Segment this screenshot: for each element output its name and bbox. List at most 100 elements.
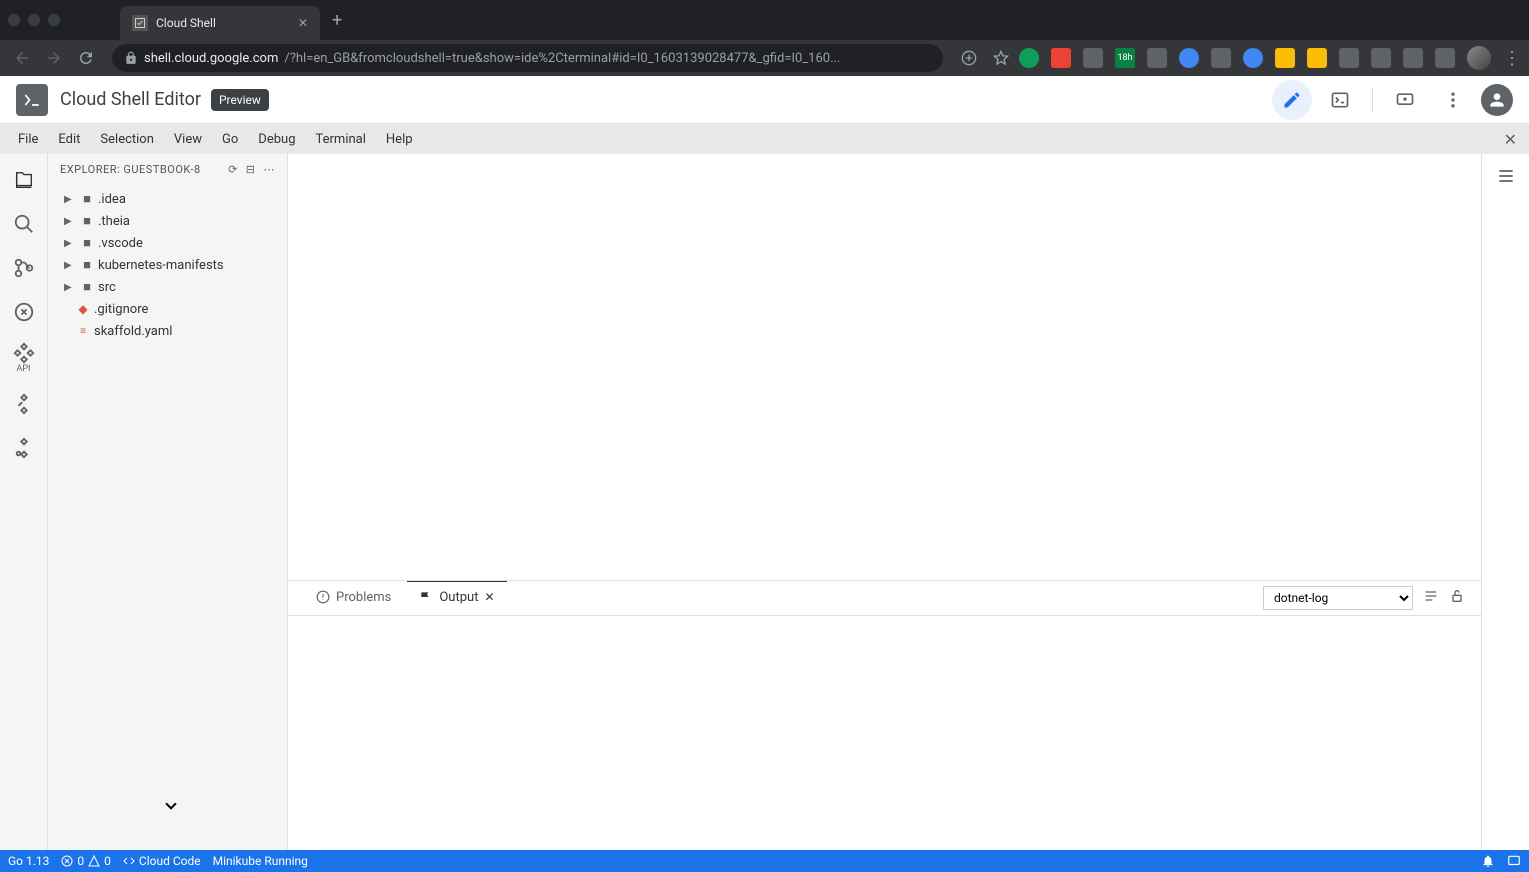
menu-debug[interactable]: Debug (248, 128, 305, 151)
extension-icon-6[interactable] (1211, 48, 1231, 68)
more-menu-button[interactable] (1433, 80, 1473, 120)
editor-content[interactable] (288, 154, 1481, 580)
source-control-activity-icon[interactable] (10, 254, 38, 282)
code-icon (123, 855, 135, 867)
activity-bar: API (0, 154, 48, 850)
feedback-icon[interactable] (1507, 854, 1521, 868)
extensions-menu-icon[interactable] (1403, 48, 1423, 68)
tree-folder-theia[interactable]: ▶■.theia (48, 210, 287, 232)
url-path: /?hl=en_GB&fromcloudshell=true&show=ide%… (284, 51, 840, 66)
profile-avatar[interactable] (1467, 46, 1491, 70)
warning-icon (88, 855, 100, 867)
extension-icon-7[interactable] (1243, 48, 1263, 68)
editor-toggle-button[interactable] (1272, 80, 1312, 120)
terminal-toggle-button[interactable] (1320, 80, 1360, 120)
refresh-icon[interactable]: ⟳ (228, 163, 238, 176)
extension-icon-5[interactable] (1179, 48, 1199, 68)
tab-title: Cloud Shell (156, 16, 216, 30)
menu-bar: File Edit Selection View Go Debug Termin… (0, 124, 1529, 154)
chevron-right-icon: ▶ (64, 194, 76, 205)
notifications-icon[interactable] (1481, 854, 1495, 868)
tree-folder-kubernetes[interactable]: ▶■kubernetes-manifests (48, 254, 287, 276)
chevron-right-icon: ▶ (64, 282, 76, 293)
api-activity-icon[interactable]: API (10, 342, 38, 374)
window-minimize[interactable] (28, 14, 40, 26)
menu-help[interactable]: Help (376, 128, 423, 151)
output-content[interactable] (288, 616, 1481, 850)
menu-terminal[interactable]: Terminal (306, 128, 376, 151)
close-editor-icon[interactable]: ✕ (1504, 130, 1517, 149)
clear-output-icon[interactable] (1423, 588, 1439, 608)
menu-file[interactable]: File (8, 128, 48, 151)
folder-icon: ■ (80, 236, 94, 250)
explorer-title: EXPLORER: GUESTBOOK-8 (60, 163, 201, 176)
web-preview-button[interactable] (1385, 80, 1425, 120)
extension-icon-3[interactable] (1083, 48, 1103, 68)
extension-icon-8[interactable] (1275, 48, 1295, 68)
collapse-all-icon[interactable]: ⊟ (246, 163, 256, 176)
extension-icon-2[interactable] (1051, 48, 1071, 68)
errors-warnings[interactable]: 0 0 (61, 854, 111, 868)
output-tab[interactable]: Output ✕ (407, 581, 506, 615)
window-close[interactable] (8, 14, 20, 26)
menu-selection[interactable]: Selection (90, 128, 163, 151)
extension-icon-1[interactable] (1019, 48, 1039, 68)
cloud-shell-logo (16, 84, 48, 116)
problems-tab[interactable]: Problems (304, 582, 403, 615)
editor-area: Problems Output ✕ dotnet-log (288, 154, 1481, 850)
more-actions-icon[interactable]: ⋯ (264, 163, 276, 176)
menu-view[interactable]: View (164, 128, 212, 151)
reading-list-icon[interactable] (1435, 48, 1455, 68)
chevron-right-icon: ▶ (64, 216, 76, 227)
tab-close-icon[interactable]: ✕ (298, 16, 308, 30)
browser-menu-icon[interactable]: ⋮ (1503, 48, 1521, 69)
close-tab-icon[interactable]: ✕ (484, 590, 494, 604)
bookmark-icon[interactable] (987, 44, 1015, 72)
window-maximize[interactable] (48, 14, 60, 26)
tree-folder-src[interactable]: ▶■src (48, 276, 287, 298)
forward-button[interactable] (40, 44, 68, 72)
cloud-code-status[interactable]: Cloud Code (123, 854, 201, 868)
folder-icon: ■ (80, 280, 94, 294)
reload-button[interactable] (72, 44, 100, 72)
right-rail (1481, 154, 1529, 850)
extension-icon-badge[interactable]: 18h (1115, 48, 1135, 68)
tab-favicon (132, 15, 148, 31)
status-bar: Go 1.13 0 0 Cloud Code Minikube Running (0, 850, 1529, 872)
outline-icon[interactable] (1492, 162, 1520, 190)
address-bar[interactable]: shell.cloud.google.com /?hl=en_GB&fromclo… (112, 44, 943, 72)
back-button[interactable] (8, 44, 36, 72)
tree-file-gitignore[interactable]: ◆.gitignore (48, 298, 287, 320)
install-app-icon[interactable] (955, 44, 983, 72)
preview-badge: Preview (211, 89, 269, 111)
extension-icon-4[interactable] (1147, 48, 1167, 68)
chevron-right-icon: ▶ (64, 260, 76, 271)
extension-icon-11[interactable] (1371, 48, 1391, 68)
lock-scroll-icon[interactable] (1449, 588, 1465, 608)
search-activity-icon[interactable] (10, 210, 38, 238)
lock-icon (124, 51, 138, 65)
new-tab-button[interactable]: + (332, 10, 342, 31)
error-icon (61, 855, 73, 867)
cloud-run-activity-icon[interactable] (10, 390, 38, 418)
extension-icons: 18h ⋮ (1019, 46, 1521, 70)
menu-go[interactable]: Go (212, 128, 248, 151)
go-version[interactable]: Go 1.13 (8, 854, 49, 868)
main-area: API EXPLORER: GUESTBOOK-8 ⟳ ⊟ ⋯ ▶■.idea … (0, 154, 1529, 850)
minikube-status[interactable]: Minikube Running (213, 854, 308, 868)
tree-folder-idea[interactable]: ▶■.idea (48, 188, 287, 210)
warning-icon (316, 590, 330, 604)
tree-file-skaffold[interactable]: ≡skaffold.yaml (48, 320, 287, 342)
output-channel-select[interactable]: dotnet-log (1263, 586, 1413, 610)
kubernetes-activity-icon[interactable] (10, 434, 38, 462)
menu-edit[interactable]: Edit (48, 128, 90, 151)
browser-tab-strip: Cloud Shell ✕ + (0, 0, 1529, 40)
explorer-activity-icon[interactable] (10, 166, 38, 194)
tree-folder-vscode[interactable]: ▶■.vscode (48, 232, 287, 254)
user-avatar[interactable] (1481, 84, 1513, 116)
debug-activity-icon[interactable] (10, 298, 38, 326)
extension-icon-9[interactable] (1307, 48, 1327, 68)
browser-tab[interactable]: Cloud Shell ✕ (120, 6, 320, 40)
url-domain: shell.cloud.google.com (144, 51, 278, 66)
extension-icon-10[interactable] (1339, 48, 1359, 68)
